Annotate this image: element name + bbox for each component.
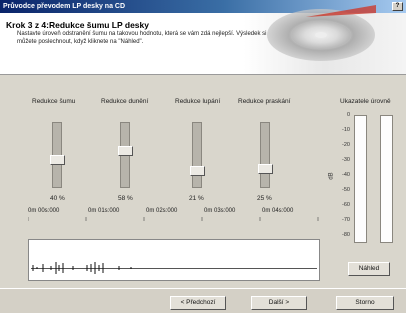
slider-value-rumble: 58 % (118, 195, 133, 202)
step-description: Nastavte úroveň odstranění šumu na takov… (17, 31, 267, 45)
step-title: Krok 3 z 4:Redukce šumu LP desky (6, 20, 149, 30)
waveform-display[interactable] (28, 239, 320, 281)
meter-tick: -10 (342, 127, 350, 133)
meter-tick: -30 (342, 157, 350, 163)
slider-value-crackle: 25 % (257, 195, 272, 202)
window-title: Průvodce převodem LP desky na CD (3, 3, 126, 10)
level-meter-left (354, 115, 367, 243)
meter-tick: -70 (342, 217, 350, 223)
timeline-tick: 0m 02s:000 (146, 208, 178, 214)
slider-label-rumble: Redukce dunění (101, 98, 149, 105)
slider-label-crackle: Redukce praskání (238, 98, 291, 105)
timeline-ruler: 0m 00s:000 0m 01s:000 0m 02s:000 0m 03s:… (28, 208, 320, 221)
meter-tick: -80 (342, 232, 350, 238)
timeline-ruler-marks (28, 217, 319, 221)
meter-tick: -60 (342, 202, 350, 208)
meter-unit-label: dB (328, 172, 335, 180)
level-meter-label: Ukazatele úrovně (340, 98, 391, 105)
meter-tick: -40 (342, 172, 350, 178)
help-button[interactable]: ? (392, 2, 403, 11)
meter-tick: -20 (342, 142, 350, 148)
slider-label-noise: Redukce šumu (32, 98, 76, 105)
timeline-tick: 0m 04s:000 (262, 208, 294, 214)
timeline-tick: 0m 01s:000 (88, 208, 120, 214)
slider-thumb[interactable] (118, 145, 133, 156)
slider-thumb[interactable] (190, 165, 205, 176)
vinyl-disc-icon (267, 5, 376, 61)
wizard-header: Krok 3 z 4:Redukce šumu LP desky Nastavt… (0, 5, 406, 75)
slider-thumb[interactable] (258, 163, 273, 174)
level-meter-right (380, 115, 393, 243)
slider-click[interactable] (190, 122, 205, 188)
slider-label-click: Redukce lupání (175, 98, 221, 105)
timeline-tick: 0m 03s:000 (204, 208, 236, 214)
slider-thumb[interactable] (50, 155, 65, 166)
slider-noise[interactable] (50, 122, 65, 188)
slider-value-noise: 40 % (50, 195, 65, 202)
slider-rumble[interactable] (118, 122, 133, 188)
slider-crackle[interactable] (258, 122, 273, 188)
meter-tick: 0 (346, 112, 350, 118)
back-button[interactable]: < Předchozí (170, 296, 226, 310)
slider-value-click: 21 % (189, 195, 204, 202)
next-button[interactable]: Další > (251, 296, 307, 310)
cancel-button[interactable]: Storno (336, 296, 394, 310)
meter-tick: -50 (342, 187, 350, 193)
timeline-tick: 0m 00s:000 (28, 208, 60, 214)
waveform-graph (32, 262, 132, 274)
preview-button[interactable]: Náhled (348, 262, 390, 276)
